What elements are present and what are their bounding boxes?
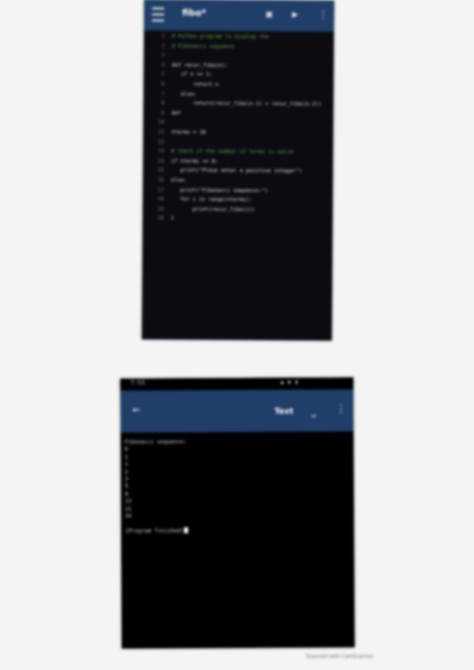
line-number: 10: [158, 119, 165, 126]
code-text: # Python program to display the: [171, 33, 269, 41]
code-text: if n <= 1:: [171, 71, 213, 79]
code-text: return n: [171, 81, 219, 88]
code-text: # Fibonacci sequence: [171, 43, 235, 50]
code-text: print("Fibonacci sequence:"): [170, 187, 268, 194]
line-number: 7: [161, 91, 165, 98]
code-text: return(recur_fibo(n-1) + recur_fibo(n-2)…: [171, 100, 322, 108]
line-number: 3: [161, 52, 165, 59]
output-screenshot: 7:53 ▲ ◆ ▮ ← Text ⌄ ⋮ Fibonacci sequence…: [120, 377, 355, 649]
output-text: 1: [124, 461, 129, 468]
line-number: 5: [161, 71, 165, 78]
line-number: 15: [157, 167, 165, 174]
line-number: 6: [161, 81, 165, 88]
output-line: Fibonacci sequence:: [125, 438, 187, 446]
output-text: 0: [124, 446, 128, 453]
text-cursor: [184, 527, 189, 534]
line-number: 2: [161, 43, 165, 50]
photo-collage: fibo* ▣ ▶ ⋮ 1 # Python program to display…: [0, 0, 474, 670]
output-line: 34: [125, 513, 132, 521]
code-text: nterms = 10: [171, 129, 206, 136]
editor-toolbar: fibo* ▣ ▶ ⋮: [143, 0, 335, 32]
file-title: fibo*: [182, 8, 207, 19]
output-text: 3: [124, 476, 129, 483]
line-number: 11: [157, 129, 165, 136]
code-text: # check if the number of terms is valid: [171, 148, 293, 156]
code-text: else:: [171, 91, 197, 98]
code-text: print(recur_fibo(i)): [170, 206, 256, 213]
more-vert-icon[interactable]: ⋮: [318, 10, 328, 21]
code-editor[interactable]: 1 # Python program to display the 2 # Fibon…: [142, 31, 334, 332]
line-number: 16: [157, 177, 164, 184]
line-number: 9: [161, 110, 165, 117]
output-text: 13: [124, 498, 132, 505]
status-time: 7:53: [130, 379, 145, 387]
code-text: def recur_fibo(n):: [171, 62, 228, 69]
line-number: 1: [161, 33, 165, 40]
code-text: 1: [170, 215, 174, 222]
folder-icon[interactable]: ▣: [266, 9, 272, 20]
line-number: 17: [157, 187, 164, 194]
keyboard-icon[interactable]: ⌄: [310, 407, 317, 420]
output-text: 8: [124, 491, 129, 498]
code-text: if nterms <= 0:: [171, 158, 218, 165]
back-arrow-icon[interactable]: ←: [132, 403, 140, 418]
output-text: Fibonacci sequence:: [124, 439, 187, 446]
editor-screenshot: fibo* ▣ ▶ ⋮ 1 # Python program to display…: [141, 0, 335, 341]
scanner-watermark: Scanned with CamScanner: [306, 654, 374, 660]
output-text: 34: [125, 513, 132, 520]
line-number: 12: [157, 139, 165, 146]
code-text: for i in range(nterms):: [170, 196, 253, 204]
line-number: 13: [157, 148, 165, 155]
output-text: 5: [124, 483, 129, 490]
code-text: else:: [170, 177, 187, 184]
line-number: 8: [161, 100, 165, 107]
output-text: 2: [124, 469, 129, 476]
output-line: [Program finished]: [125, 527, 189, 535]
output-text: 1: [124, 454, 128, 461]
output-label: Text: [274, 406, 294, 416]
code-text: print("Plese enter a positive integer"): [170, 167, 303, 175]
line-number: 20: [157, 215, 164, 222]
status-icons: ▲ ◆ ▮: [280, 378, 299, 386]
run-icon[interactable]: ▶: [292, 9, 298, 20]
code-text: def: [171, 110, 181, 117]
line-number: 18: [157, 196, 164, 203]
more-vert-icon[interactable]: ⋮: [335, 402, 346, 415]
line-number: 14: [157, 158, 165, 165]
output-text: [Program finished]: [125, 528, 184, 535]
output-toolbar: ← Text ⌄ ⋮: [120, 389, 354, 433]
line-number: 19: [157, 206, 164, 213]
hamburger-menu-icon[interactable]: [152, 7, 165, 22]
line-number: 4: [161, 62, 165, 69]
output-text: 21: [124, 506, 132, 513]
